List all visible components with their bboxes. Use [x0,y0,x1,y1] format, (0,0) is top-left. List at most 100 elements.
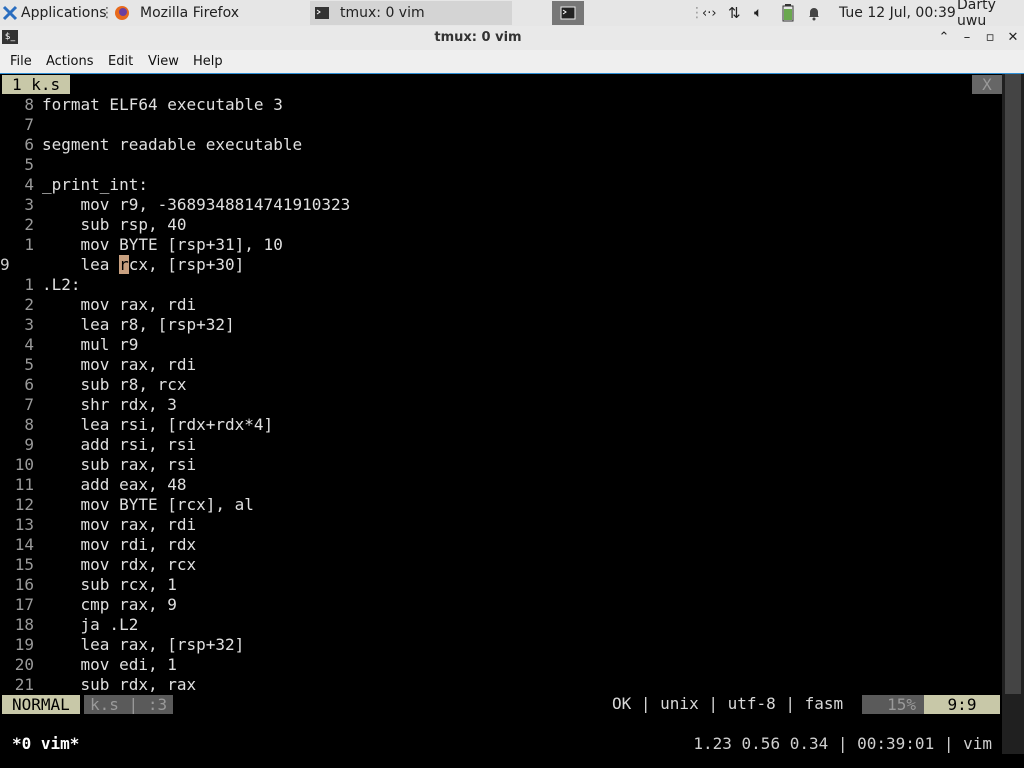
line-number: 4 [24,335,34,354]
line-number: 3 [24,315,34,334]
editor-line[interactable]: 14 mov rdi, rdx [0,535,1000,555]
editor-line[interactable]: 21 sub rdx, rax [0,675,1000,695]
menu-file[interactable]: File [10,50,32,73]
scrollbar-thumb[interactable] [1005,74,1021,694]
code-text: sub r8, rcx [42,375,187,394]
editor-line[interactable]: 18 ja .L2 [0,615,1000,635]
applications-menu[interactable]: Applications [2,0,107,26]
line-number: 2 [24,215,34,234]
firefox-icon [115,6,129,20]
editor-line[interactable]: 5 [0,155,1000,175]
line-number: 9 [24,435,34,454]
editor-line[interactable]: 1 mov BYTE [rsp+31], 10 [0,235,1000,255]
code-text: shr rdx, 3 [42,395,177,414]
clock[interactable]: Tue 12 Jul, 00:39 [839,0,956,26]
taskbar-item-firefox[interactable]: Mozilla Firefox [112,1,309,25]
code-text: mov rax, rdi [42,515,197,534]
code-text: lea rsi, [rdx+rdx*4] [42,415,274,434]
editor-line[interactable]: 8 format ELF64 executable 3 [0,95,1000,115]
code-text: mov BYTE [rcx], al [42,495,254,514]
line-number: 1 [24,275,34,294]
line-number: 8 [24,95,34,114]
code-text: mov BYTE [rsp+31], 10 [42,235,283,254]
battery-icon[interactable] [782,0,794,26]
editor-line[interactable]: 12 mov BYTE [rcx], al [0,495,1000,515]
editor-line[interactable]: 10 sub rax, rsi [0,455,1000,475]
editor-line[interactable]: 16 sub rcx, 1 [0,575,1000,595]
editor-line[interactable]: 9 lea rcx, [rsp+30] [0,255,1000,275]
editor-line[interactable]: 4 _print_int: [0,175,1000,195]
editor-line[interactable]: 3 mov r9, -3689348814741910323 [0,195,1000,215]
terminal-icon [560,6,576,20]
line-number: 15 [14,555,34,574]
code-text: sub rax, rsi [42,455,197,474]
editor-line[interactable]: 6 segment readable executable [0,135,1000,155]
menu-actions[interactable]: Actions [46,50,94,73]
vim-tab-close[interactable]: X [972,75,1002,94]
tmux-window[interactable]: *0 vim* [12,734,79,754]
taskbar-item-tmux[interactable]: tmux: 0 vim [310,1,512,25]
menu-edit[interactable]: Edit [108,50,133,73]
code-text: mul r9 [42,335,139,354]
editor-line[interactable]: 8 lea rsi, [rdx+rdx*4] [0,415,1000,435]
code-text: format ELF64 executable 3 [42,95,283,114]
line-number: 3 [24,195,34,214]
volume-icon[interactable]: 🔈︎ [754,0,762,26]
vim-tabline: 1 k.s X [0,74,1002,94]
code-text: segment readable executable [42,135,303,154]
window-titlebar[interactable]: $_ tmux: 0 vim ⌃ – ▫ ✕ [0,26,1024,51]
editor-line[interactable]: 19 lea rax, [rsp+32] [0,635,1000,655]
menu-help[interactable]: Help [193,50,223,73]
panel-separator: ⋮ [100,5,114,21]
editor-line[interactable]: 17 cmp rax, 9 [0,595,1000,615]
minimize-icon[interactable]: – [957,28,977,48]
line-number: 5 [24,155,34,174]
editor-line[interactable]: 2 sub rsp, 40 [0,215,1000,235]
line-number: 19 [14,635,34,654]
vim-statusline: NORMAL k.s | :3 OK | unix | utf-8 | fasm… [0,694,1002,714]
editor-line[interactable]: 6 sub r8, rcx [0,375,1000,395]
line-number: 7 [24,395,34,414]
editor-line[interactable]: 3 lea r8, [rsp+32] [0,315,1000,335]
line-number: 5 [24,355,34,374]
vim-percent: 15% [862,695,924,714]
network-icon[interactable]: ‹·› [702,0,717,26]
editor-line[interactable]: 11 add eax, 48 [0,475,1000,495]
text-cursor: r [119,255,129,274]
editor-line[interactable]: 15 mov rdx, rcx [0,555,1000,575]
terminal-area[interactable]: 1 k.s X 8 format ELF64 executable 3 7 6 segm… [0,74,1024,768]
editor-line[interactable]: 7 [0,115,1000,135]
editor-line[interactable]: 9 add rsi, rsi [0,435,1000,455]
editor-line[interactable]: 1 .L2: [0,275,1000,295]
line-number: 18 [14,615,34,634]
line-number: 21 [14,675,34,694]
editor-line[interactable]: 5 mov rax, rdi [0,355,1000,375]
line-number: 20 [14,655,34,674]
code-text: sub rdx, rax [42,675,197,694]
scrollbar[interactable] [1002,74,1024,754]
code-text: mov rdx, rcx [42,555,197,574]
code-text: mov edi, 1 [42,655,177,674]
menu-view[interactable]: View [148,50,179,73]
collapse-icon[interactable]: ⌃ [934,28,954,48]
editor-line[interactable]: 13 mov rax, rdi [0,515,1000,535]
vim-tab[interactable]: 1 k.s [2,75,70,94]
updown-arrows-icon[interactable]: ⇅ [728,0,741,26]
close-icon[interactable]: ✕ [1003,28,1023,48]
editor-line[interactable]: 2 mov rax, rdi [0,295,1000,315]
maximize-icon[interactable]: ▫ [980,28,1000,48]
line-number: 11 [14,475,34,494]
editor-line[interactable]: 7 shr rdx, 3 [0,395,1000,415]
line-number: 12 [14,495,34,514]
menu-bar: File Actions Edit View Help [0,50,1024,74]
editor-line[interactable]: 4 mul r9 [0,335,1000,355]
user-menu[interactable]: Darty uwu [957,0,1024,29]
code-text: sub rcx, 1 [42,575,177,594]
line-number: 13 [14,515,34,534]
code-text: mov rax, rdi [42,355,197,374]
notifications-icon[interactable] [806,0,822,26]
workspace-switcher[interactable] [552,1,584,25]
code-text: mov rdi, rdx [42,535,197,554]
taskbar-label: tmux: 0 vim [340,5,425,21]
editor-line[interactable]: 20 mov edi, 1 [0,655,1000,675]
